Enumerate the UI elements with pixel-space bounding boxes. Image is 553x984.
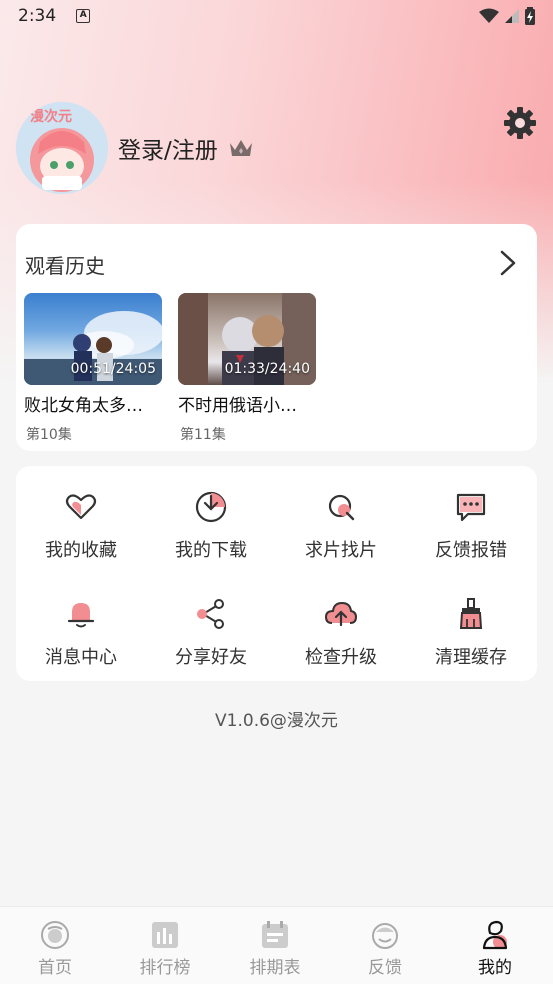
- menu-label: 求片找片: [305, 540, 377, 561]
- search-icon: [328, 494, 355, 521]
- history-thumbnail: 00:51/24:05: [24, 293, 162, 385]
- share-icon: [197, 599, 224, 629]
- tab-label: 首页: [38, 958, 72, 978]
- tab-home[interactable]: 首页: [0, 907, 110, 984]
- calendar-icon: [262, 921, 288, 948]
- menu-favorites-button[interactable]: 我的收藏: [16, 490, 146, 580]
- history-item[interactable]: 00:51/24:05 败北女角太多… 第10集: [24, 293, 162, 444]
- menu-label: 清理缓存: [435, 647, 507, 668]
- menu-label: 我的收藏: [45, 540, 117, 561]
- chevron-right-icon[interactable]: [499, 249, 517, 277]
- menu-feedback-button[interactable]: 反馈报错: [406, 490, 536, 580]
- settings-gear-icon[interactable]: [503, 106, 537, 140]
- bell-icon: [67, 603, 95, 628]
- crown-icon: [229, 140, 252, 156]
- history-title: 不时用俄语小…: [178, 396, 297, 416]
- menu-request-button[interactable]: 求片找片: [276, 490, 406, 580]
- tab-label: 反馈: [368, 958, 402, 978]
- menu-messages-button[interactable]: 消息中心: [16, 597, 146, 687]
- chart-icon: [152, 922, 178, 948]
- menu-clear-cache-button[interactable]: 清理缓存: [406, 597, 536, 687]
- tab-feedback[interactable]: 反馈: [330, 907, 440, 984]
- home-icon: [41, 921, 69, 949]
- profile-header: 漫次元 登录/注册: [16, 102, 537, 194]
- login-register-link[interactable]: 登录/注册: [118, 131, 218, 165]
- heart-icon: [65, 494, 97, 520]
- history-thumbnail: 01:33/24:40: [178, 293, 316, 385]
- history-progress-time: 00:51/24:05: [70, 361, 156, 377]
- profile-icon: [482, 920, 508, 950]
- tab-label: 排期表: [249, 958, 301, 978]
- feedback-icon: [372, 923, 398, 949]
- status-time: 2:34: [18, 6, 57, 26]
- avatar[interactable]: 漫次元: [16, 102, 108, 194]
- tab-schedule[interactable]: 排期表: [220, 907, 330, 984]
- version-text: V1.0.6@漫次元: [215, 711, 338, 731]
- download-icon: [195, 491, 227, 523]
- function-menu-card: 我的收藏 我的下载 求片找片 反馈报错 消息中心 分享好友 检查升级 清理缓存: [16, 466, 537, 681]
- tab-mine[interactable]: 我的: [440, 907, 550, 984]
- watch-history-title: 观看历史: [25, 254, 105, 278]
- history-progress-time: 01:33/24:40: [224, 361, 310, 377]
- status-right-icons: [479, 7, 535, 25]
- menu-update-button[interactable]: 检查升级: [276, 597, 406, 687]
- history-episode: 第10集: [26, 427, 72, 443]
- battery-icon: [525, 7, 535, 25]
- watch-history-card: 观看历史 00:51/24:05 败北女角太多… 第10集 01:33/24:4…: [16, 224, 537, 451]
- history-episode: 第11集: [180, 427, 226, 443]
- avatar-logo-text: 漫次元: [30, 109, 72, 125]
- tab-ranking[interactable]: 排行榜: [110, 907, 220, 984]
- brush-icon: [459, 598, 483, 629]
- menu-share-button[interactable]: 分享好友: [146, 597, 276, 687]
- message-icon: [456, 493, 486, 522]
- status-bar: 2:34 A: [0, 0, 553, 32]
- menu-label: 反馈报错: [435, 540, 507, 561]
- bottom-tab-bar: 首页 排行榜 排期表 反馈 我的: [0, 906, 553, 984]
- menu-downloads-button[interactable]: 我的下载: [146, 490, 276, 580]
- menu-label: 我的下载: [175, 540, 247, 561]
- cloud-upload-icon: [324, 601, 358, 627]
- menu-label: 检查升级: [305, 647, 377, 668]
- history-item[interactable]: 01:33/24:40 不时用俄语小… 第11集: [178, 293, 316, 444]
- wifi-icon: [479, 8, 499, 23]
- notification-a-icon: A: [76, 9, 91, 23]
- menu-label: 消息中心: [45, 647, 117, 668]
- signal-icon: [505, 9, 519, 23]
- tab-label: 我的: [478, 958, 512, 978]
- menu-label: 分享好友: [175, 647, 247, 668]
- history-title: 败北女角太多…: [24, 396, 143, 416]
- tab-label: 排行榜: [139, 958, 191, 978]
